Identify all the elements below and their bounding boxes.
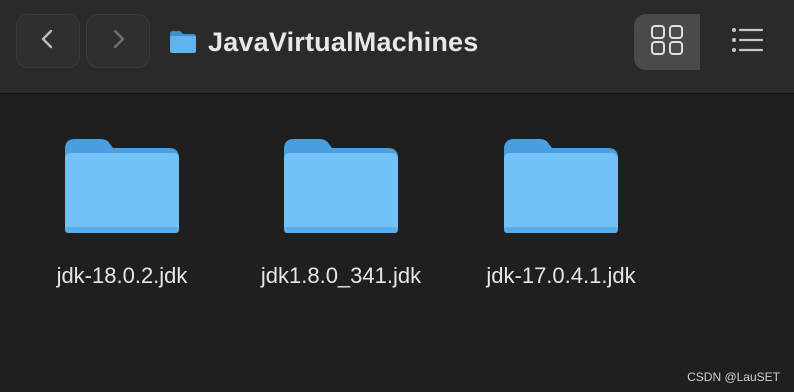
window-toolbar: JavaVirtualMachines — [0, 0, 794, 94]
file-grid: jdk-18.0.2.jdk jdk1.8.0_341.jdk jdk-17.0… — [0, 95, 794, 392]
folder-icon — [61, 135, 183, 237]
file-name: jdk-18.0.2.jdk — [56, 263, 188, 288]
forward-button[interactable] — [86, 14, 150, 68]
folder-item[interactable]: jdk-18.0.2.jdk — [22, 135, 222, 289]
folder-icon — [168, 29, 198, 55]
folder-item[interactable]: jdk-17.0.4.1.jdk — [461, 135, 661, 289]
watermark: CSDN @LauSET — [687, 370, 780, 384]
chevron-left-icon — [37, 28, 59, 55]
view-switcher — [634, 14, 794, 70]
back-button[interactable] — [16, 14, 80, 68]
folder-icon — [500, 135, 622, 237]
folder-icon — [280, 135, 402, 237]
chevron-right-icon — [107, 28, 129, 55]
folder-item[interactable]: jdk1.8.0_341.jdk — [241, 135, 441, 289]
grid-icon — [650, 24, 684, 61]
grid-view-button[interactable] — [634, 14, 700, 70]
list-view-button[interactable] — [700, 14, 794, 70]
title-text: JavaVirtualMachines — [208, 26, 479, 57]
file-name: jdk-17.0.4.1.jdk — [486, 263, 636, 288]
list-icon — [730, 24, 764, 61]
window-title: JavaVirtualMachines — [168, 22, 478, 62]
file-name: jdk1.8.0_341.jdk — [260, 263, 422, 288]
